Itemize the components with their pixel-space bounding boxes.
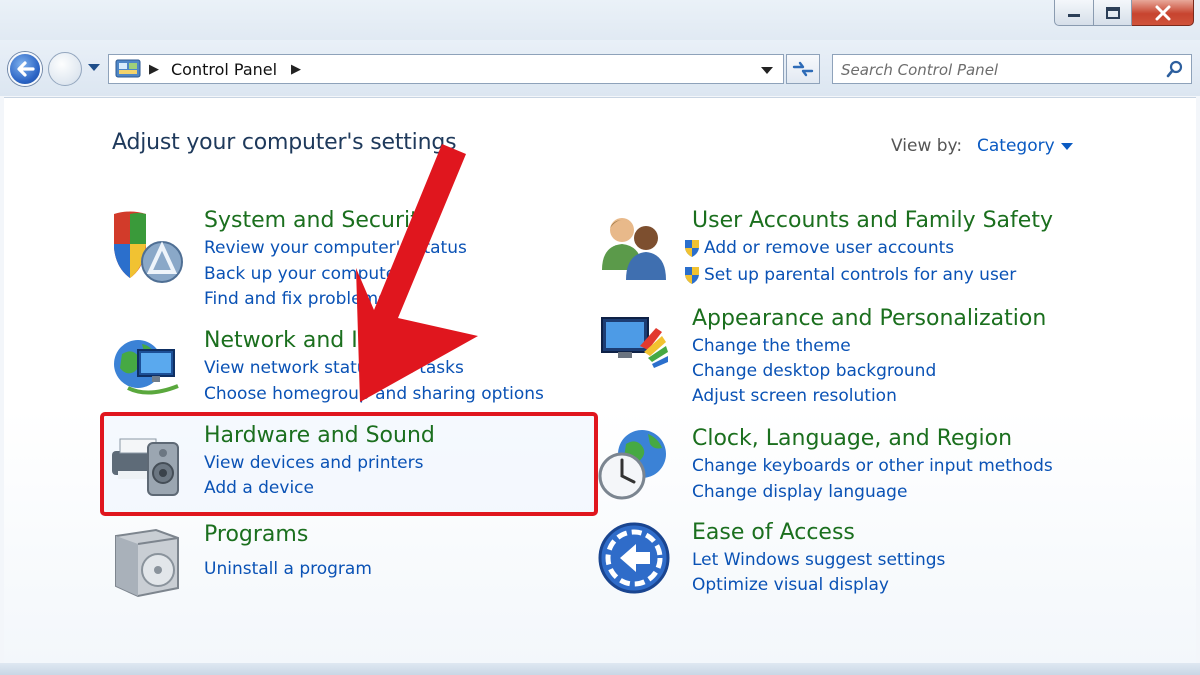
link-change-keyboards[interactable]: Change keyboards or other input methods [692, 456, 1053, 476]
link-view-devices-printers[interactable]: View devices and printers [204, 453, 423, 473]
breadcrumb-control-panel[interactable]: Control Panel [171, 60, 277, 79]
link-optimize-visual-display[interactable]: Optimize visual display [692, 575, 889, 595]
link-change-display-language[interactable]: Change display language [692, 482, 907, 502]
link-text[interactable]: Set up parental controls for any user [704, 265, 1016, 285]
recent-pages-chevron-icon[interactable] [88, 64, 100, 71]
red-arrow-icon [356, 144, 478, 402]
link-uninstall-program[interactable]: Uninstall a program [204, 559, 372, 579]
window-controls [1054, 0, 1194, 28]
window-bottom-border [0, 663, 1200, 675]
address-bar[interactable]: ▶ Control Panel ▶ [108, 54, 784, 84]
view-by-dropdown[interactable]: Category [977, 136, 1055, 156]
navigation-toolbar: ▶ Control Panel ▶ [0, 40, 1200, 96]
network-globe-icon[interactable] [108, 328, 186, 406]
link-change-desktop-background[interactable]: Change desktop background [692, 361, 936, 381]
breadcrumb-separator-icon[interactable]: ▶ [149, 62, 159, 77]
control-panel-icon [115, 59, 141, 78]
link-add-remove-accounts[interactable]: Add or remove user accounts [685, 238, 954, 258]
refresh-button[interactable] [786, 54, 820, 84]
link-add-device[interactable]: Add a device [204, 478, 314, 498]
category-title-clock-language-region[interactable]: Clock, Language, and Region [692, 426, 1012, 451]
forward-button[interactable] [48, 52, 82, 86]
breadcrumb-separator-icon[interactable]: ▶ [291, 62, 301, 77]
close-icon [1155, 5, 1170, 20]
monitor-palette-icon[interactable] [596, 306, 674, 384]
minimize-icon [1068, 13, 1080, 17]
link-windows-suggest-settings[interactable]: Let Windows suggest settings [692, 550, 945, 570]
users-icon[interactable] [596, 208, 674, 286]
category-title-programs[interactable]: Programs [204, 522, 308, 547]
category-title-ease-of-access[interactable]: Ease of Access [692, 520, 855, 545]
refresh-arrows-icon [792, 61, 814, 77]
back-arrow-icon [17, 61, 35, 77]
address-dropdown-chevron-icon[interactable] [761, 67, 773, 74]
search-icon[interactable] [1165, 59, 1185, 79]
category-title-appearance[interactable]: Appearance and Personalization [692, 306, 1046, 331]
link-adjust-resolution[interactable]: Adjust screen resolution [692, 386, 897, 406]
minimize-button[interactable] [1054, 0, 1094, 26]
back-button[interactable] [8, 52, 42, 86]
uac-shield-icon [685, 267, 699, 284]
programs-box-icon[interactable] [108, 522, 186, 600]
search-box[interactable] [832, 54, 1192, 84]
link-parental-controls[interactable]: Set up parental controls for any user [685, 265, 1016, 285]
uac-shield-icon [685, 240, 699, 257]
link-text[interactable]: Add or remove user accounts [704, 238, 954, 258]
category-title-hardware-and-sound[interactable]: Hardware and Sound [204, 423, 435, 448]
category-title-user-accounts[interactable]: User Accounts and Family Safety [692, 208, 1053, 233]
clock-globe-icon[interactable] [596, 426, 674, 504]
view-by-label: View by: [891, 136, 963, 156]
search-input[interactable] [839, 58, 1153, 82]
maximize-button[interactable] [1094, 0, 1132, 26]
restore-icon [1105, 6, 1120, 19]
close-button[interactable] [1132, 0, 1194, 26]
view-by-chevron-down-icon[interactable] [1061, 143, 1073, 150]
shield-icon[interactable] [108, 208, 186, 286]
link-change-theme[interactable]: Change the theme [692, 336, 851, 356]
ease-of-access-icon[interactable] [596, 520, 674, 598]
printer-speaker-icon[interactable] [108, 423, 186, 501]
